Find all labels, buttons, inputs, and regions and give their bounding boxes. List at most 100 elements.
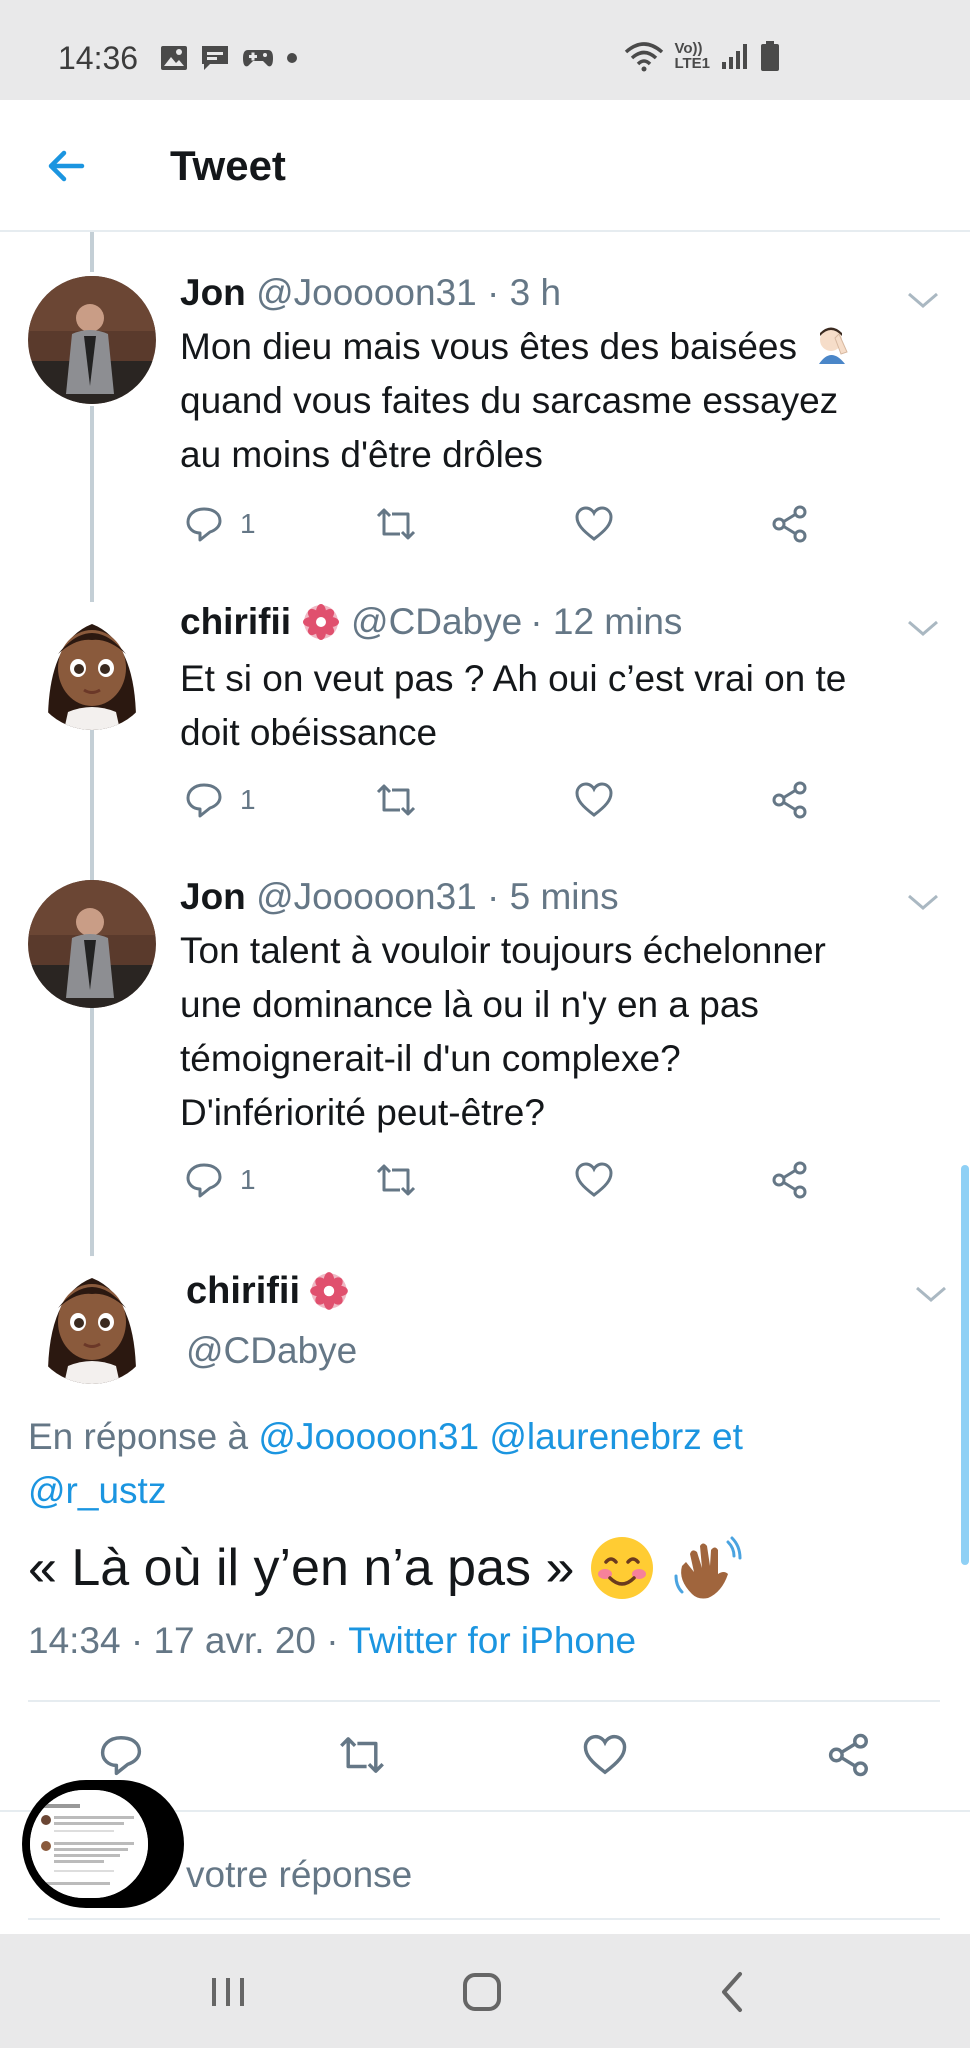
reply-icon[interactable] xyxy=(98,1732,144,1778)
author-handle[interactable]: @Jooooon31 xyxy=(256,272,477,313)
avatar-photo-chirifii xyxy=(28,602,156,730)
back-icon[interactable] xyxy=(704,1964,764,2020)
lte-label: LTE1 xyxy=(674,55,710,72)
tweet-time: · 12 mins xyxy=(530,601,683,642)
dot-icon xyxy=(287,53,297,63)
status-icons-left xyxy=(160,44,298,72)
chevron-down-icon[interactable] xyxy=(914,1284,948,1304)
share-icon xyxy=(772,1161,807,1199)
tweet-item[interactable]: Jon @Jooooon31 · 5 mins Ton talent à vou… xyxy=(0,856,970,1226)
share-icon xyxy=(772,505,807,543)
share-icon xyxy=(772,781,807,819)
facepalm-emoji xyxy=(819,327,848,364)
reply-icon xyxy=(186,1163,222,1198)
chevron-down-icon[interactable] xyxy=(906,892,940,912)
heart-icon xyxy=(575,1162,613,1197)
tweet-header: Jon @Jooooon31 · 3 h xyxy=(180,272,561,314)
author-handle[interactable]: @CDabye xyxy=(186,1330,357,1372)
tweet-text-line: au moins d'être drôles xyxy=(180,434,543,475)
reply-user-link[interactable]: @laurenebrz xyxy=(489,1416,701,1457)
recents-icon[interactable] xyxy=(198,1964,258,2020)
floating-preview-bubble[interactable] xyxy=(22,1780,184,1908)
scrollbar[interactable] xyxy=(961,1165,969,1565)
tweet-text-line: D'infériorité peut-être? xyxy=(180,1092,545,1133)
tweet-timestamp: 14:34 · 17 avr. 20 · xyxy=(28,1620,339,1661)
tweet-actions: 1 xyxy=(180,504,820,552)
status-bar: 14:36 Vo)) LTE1 xyxy=(0,0,970,100)
app-header: Tweet xyxy=(0,100,970,232)
tweet-text-line: doit obéissance xyxy=(180,712,438,753)
preview-thumbnail xyxy=(30,1790,148,1898)
like-button[interactable] xyxy=(574,504,614,544)
volte-indicator: Vo)) LTE1 xyxy=(674,41,710,71)
reply-button[interactable]: 1 xyxy=(184,504,256,544)
reply-user-link[interactable]: @Jooooon31 xyxy=(258,1416,479,1457)
avatar[interactable] xyxy=(28,602,156,730)
avatar[interactable] xyxy=(28,880,156,1008)
share-button[interactable] xyxy=(770,504,810,544)
author-handle[interactable]: @Jooooon31 xyxy=(256,876,477,917)
share-button[interactable] xyxy=(770,1160,810,1200)
status-icons-right: Vo)) LTE1 xyxy=(624,40,780,72)
image-icon xyxy=(161,46,187,70)
tweet-actions: 1 xyxy=(180,780,820,828)
author-name[interactable]: Jon xyxy=(180,272,246,313)
tweet-text-line: Ton talent à vouloir toujours échelonner xyxy=(180,930,826,971)
page-title: Tweet xyxy=(170,142,286,189)
main-tweet-text: « Là où il y’en n’a pas » xyxy=(28,1532,742,1604)
tweet-item[interactable]: chirifii @CDabye · 12 mins Et si on veut… xyxy=(0,564,970,856)
volte-label: Vo)) xyxy=(674,40,703,57)
heart-icon[interactable] xyxy=(582,1732,628,1778)
flower-icon xyxy=(303,604,340,640)
heart-icon xyxy=(575,782,613,817)
chevron-down-icon[interactable] xyxy=(906,290,940,310)
divider xyxy=(28,1700,940,1702)
wifi-icon xyxy=(625,42,664,72)
tweet-text-line: témoignerait-il d'un complexe? xyxy=(180,1038,681,1079)
chevron-down-icon[interactable] xyxy=(906,618,940,638)
reply-button[interactable]: 1 xyxy=(184,780,256,820)
retweet-icon[interactable] xyxy=(336,1732,388,1778)
author-name-text: chirifii xyxy=(186,1269,301,1312)
author-name[interactable]: chirifii xyxy=(180,601,291,643)
avatar[interactable] xyxy=(28,276,156,404)
author-name[interactable]: chirifii xyxy=(186,1268,352,1314)
reply-placeholder[interactable]: votre réponse xyxy=(186,1854,412,1896)
reply-count: 1 xyxy=(240,508,256,539)
author-handle[interactable]: @CDabye xyxy=(351,601,522,643)
avatar-photo-chirifii xyxy=(28,1256,156,1384)
reply-user-link[interactable]: @r_ustz xyxy=(28,1470,166,1511)
home-icon[interactable] xyxy=(452,1964,512,2020)
reply-prefix: En réponse à xyxy=(28,1416,249,1457)
share-icon[interactable] xyxy=(826,1732,872,1778)
divider xyxy=(28,1918,940,1920)
retweet-button[interactable] xyxy=(374,504,418,544)
flower-icon xyxy=(310,1272,348,1310)
reply-icon xyxy=(186,507,222,542)
waving-hand-emoji xyxy=(674,1536,742,1599)
thumbnail-image xyxy=(30,1790,148,1898)
tweet-time: · 5 mins xyxy=(487,876,619,917)
tweet-text-line: quand vous faites du sarcasme essayez xyxy=(180,380,839,421)
avatar[interactable] xyxy=(28,1256,156,1384)
tweet-source-link[interactable]: Twitter for iPhone xyxy=(348,1620,636,1661)
tweet-text-line: Et si on veut pas ? Ah oui c’est vrai on… xyxy=(180,658,847,699)
reply-icon xyxy=(186,783,222,818)
reply-and[interactable]: et xyxy=(712,1416,743,1457)
author-name[interactable]: Jon xyxy=(180,876,246,917)
reply-count: 1 xyxy=(240,784,256,815)
tweet-header: Jon @Jooooon31 · 5 mins xyxy=(180,876,619,918)
tweet-text: Et si on veut pas ? Ah oui c’est vrai on… xyxy=(180,652,920,760)
tweet-item[interactable]: Jon @Jooooon31 · 3 h Mon dieu mais vous … xyxy=(0,232,970,564)
like-button[interactable] xyxy=(574,780,614,820)
signal-icon xyxy=(722,44,747,69)
arrow-left-icon[interactable] xyxy=(42,142,90,190)
tweet-text: Mon dieu mais vous êtes des baisées quan… xyxy=(180,320,920,482)
retweet-button[interactable] xyxy=(374,780,418,820)
reply-button[interactable]: 1 xyxy=(184,1160,256,1200)
share-button[interactable] xyxy=(770,780,810,820)
like-button[interactable] xyxy=(574,1160,614,1200)
message-icon xyxy=(202,46,228,70)
retweet-icon xyxy=(376,1164,416,1196)
retweet-button[interactable] xyxy=(374,1160,418,1200)
